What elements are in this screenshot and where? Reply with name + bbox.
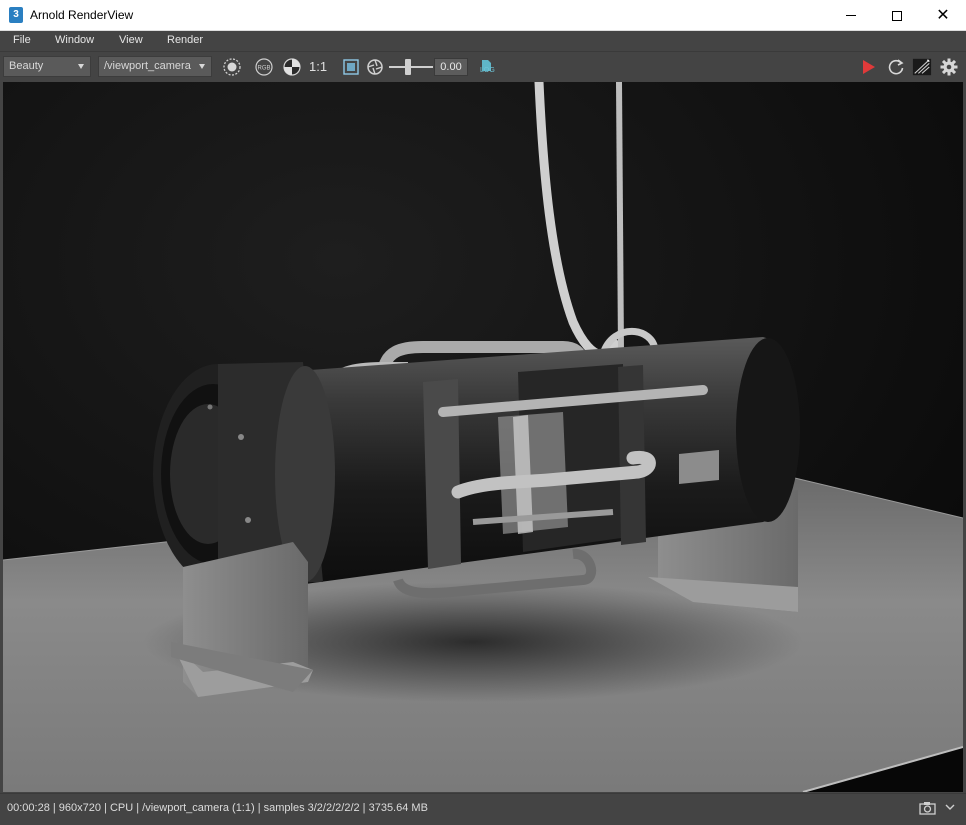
menu-file[interactable]: File <box>13 34 31 46</box>
render-image <box>3 82 963 792</box>
render-viewport[interactable] <box>3 82 963 792</box>
exposure-slider-thumb[interactable] <box>405 59 411 75</box>
render-play-icon[interactable] <box>858 57 878 77</box>
close-icon: ✕ <box>936 6 950 24</box>
camera-dropdown[interactable]: /viewport_camera <box>98 56 212 77</box>
status-bar: 00:00:28 | 960x720 | CPU | /viewport_cam… <box>0 793 966 825</box>
app-icon: 3 <box>9 7 23 23</box>
exposure-icon[interactable] <box>365 57 385 77</box>
ratio-label[interactable]: 1:1 <box>309 59 327 74</box>
window-title: Arnold RenderView <box>30 8 134 22</box>
menu-bar: File Window View Render <box>0 31 966 51</box>
maximize-icon <box>892 10 902 21</box>
maximize-button[interactable] <box>874 0 920 31</box>
checker-background-icon[interactable] <box>282 57 302 77</box>
rgb-channels-icon[interactable]: RGB <box>254 57 274 77</box>
minimize-button[interactable] <box>828 0 874 31</box>
refresh-icon[interactable] <box>886 57 906 77</box>
snapshot-camera-icon[interactable] <box>918 800 938 816</box>
aov-dropdown[interactable]: Beauty <box>3 56 91 77</box>
minimize-icon <box>846 15 856 16</box>
camera-dropdown-value: /viewport_camera <box>104 60 191 72</box>
exposure-slider-track[interactable] <box>389 66 433 68</box>
aov-dropdown-value: Beauty <box>9 60 44 72</box>
toolbar: Beauty /viewport_camera RGB 1:1 0.00 LOG <box>0 51 966 81</box>
close-button[interactable]: ✕ <box>920 0 966 31</box>
status-text: 00:00:28 | 960x720 | CPU | /viewport_cam… <box>7 802 428 814</box>
title-bar: 3 Arnold RenderView ✕ <box>0 0 966 31</box>
menu-view[interactable]: View <box>119 34 143 46</box>
debug-shading-icon[interactable] <box>912 57 932 77</box>
region-crop-icon[interactable] <box>341 57 361 77</box>
chevron-down-icon[interactable] <box>944 801 956 813</box>
menu-render[interactable]: Render <box>167 34 203 46</box>
chevron-down-icon <box>199 64 205 69</box>
chevron-down-icon <box>78 64 84 69</box>
display-settings-icon[interactable] <box>222 57 242 77</box>
settings-gear-icon[interactable] <box>939 57 959 77</box>
menu-window[interactable]: Window <box>55 34 94 46</box>
exposure-input[interactable]: 0.00 <box>434 58 468 76</box>
svg-text:RGB: RGB <box>257 66 270 72</box>
log-label: LOG <box>480 67 495 74</box>
